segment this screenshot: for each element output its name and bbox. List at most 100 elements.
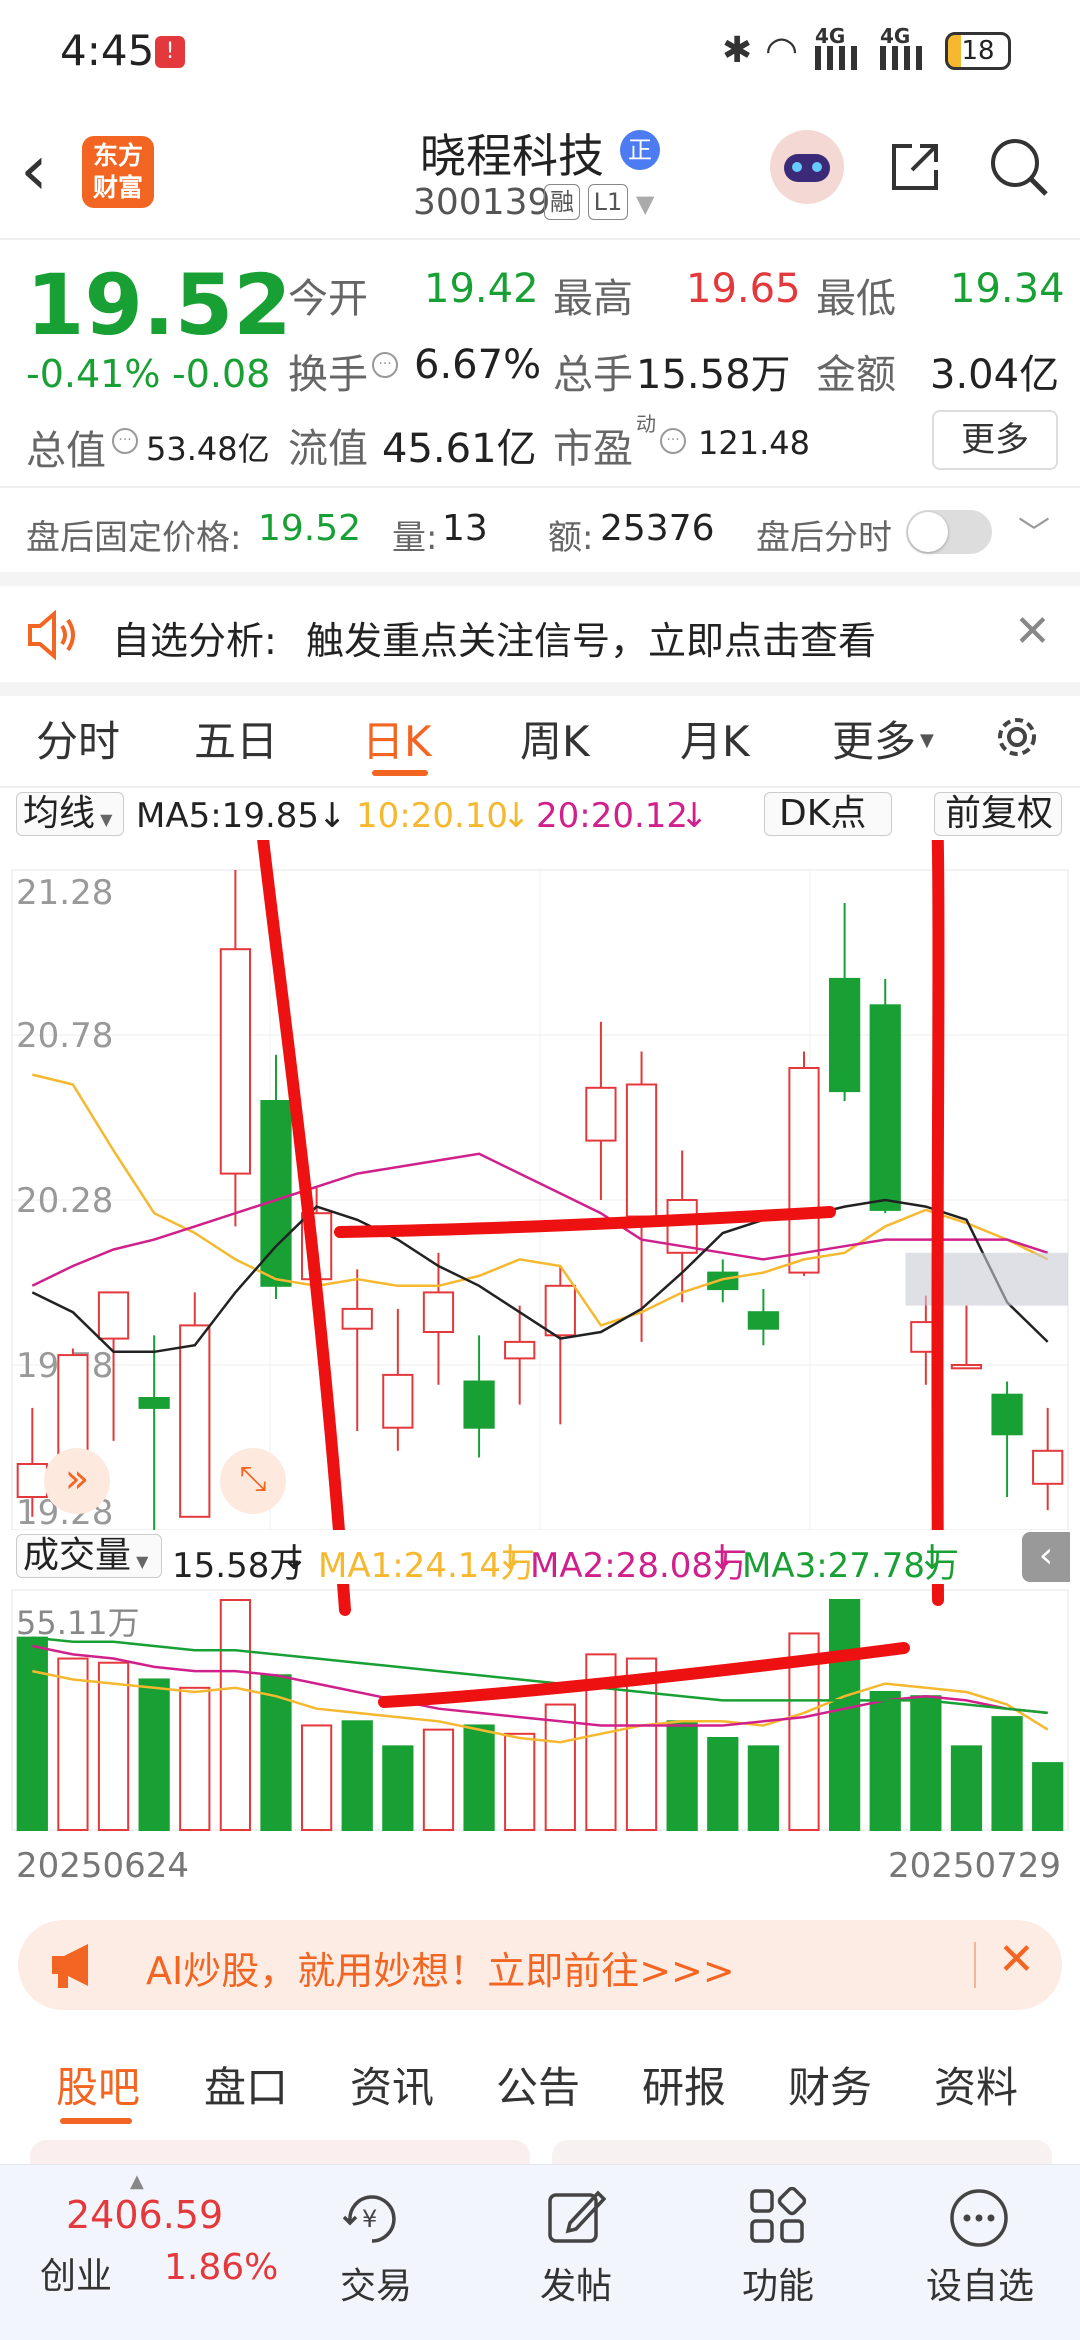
last-price: 19.52 [26,256,292,354]
tab-orderbook[interactable]: 盘口 [204,2054,288,2115]
volume-bar [341,1720,373,1831]
gear-icon[interactable] [990,710,1044,764]
after-hours-row: 盘后固定价格: 19.52 量: 13 额: 25376 盘后分时 ﹀ [0,488,1080,570]
stock-name: 晓程科技 [420,129,604,183]
ma-selector[interactable]: 均线 ▼ [16,792,124,836]
low-value: 19.34 [950,266,1065,312]
candle [463,1380,495,1429]
candle [625,1083,658,1218]
collapse-panel-icon[interactable]: ‹ [1022,1532,1070,1582]
status-bar: 4:45 ! ✱ ◠ 4G 4G 18 [0,0,1080,110]
fullscreen-icon[interactable]: ⤡ [220,1448,286,1514]
close-icon[interactable]: ✕ [1014,606,1051,657]
function-grid-icon[interactable] [748,2186,807,2245]
tab-five-day[interactable]: 五日 [194,708,278,769]
verified-badge: 正 [620,130,660,170]
expand-icon[interactable]: ﹀ [1018,508,1050,554]
tab-forum[interactable]: 股吧 [56,2054,140,2115]
ma20-label: 20:20.12 [536,796,689,836]
volume-bar [382,1745,414,1832]
volume-bar [666,1720,698,1831]
volume-panel-frame [11,1589,1069,1831]
search-icon[interactable] [988,136,1050,198]
volume-selector[interactable]: 成交量 ▼ [16,1534,162,1578]
ah-price: 19.52 [258,508,362,549]
dk-point-button[interactable]: DK点 [764,792,892,836]
index-change: 1.86% [164,2247,279,2288]
speaker-icon [26,609,80,661]
svg-text:¥: ¥ [362,2205,377,2233]
volume-bar: 成交量 ▼ 15.58万 ↓ MA1:24.14万 ↓ MA2:28.08万 ↓… [0,1530,1080,1586]
kline-chart[interactable]: 21.2820.7820.2819.7819.28 [0,840,1080,1860]
volume-bar [16,1636,48,1831]
chevron-down-icon[interactable]: ▼ [636,190,654,218]
volume-bar [991,1716,1023,1831]
post-icon[interactable] [546,2187,607,2247]
card-peek [30,2140,530,2164]
date-end: 20250729 [888,1846,1062,1886]
vol-ma2-arrow: ↓ [708,1538,737,1578]
bluetooth-icon: ✱ [722,30,753,71]
highlight-zone [905,1252,1068,1306]
divider [0,572,1080,586]
dock-watchlist-label: 设自选 [925,2266,1034,2307]
tab-monthly-k[interactable]: 月K [680,708,750,769]
notice-bar[interactable]: 自选分析: 触发重点关注信号，立即点击查看 ✕ [0,586,1080,682]
candle [97,1291,130,1340]
ma-selector-label: 均线 [23,793,96,834]
volume-bar [300,1724,333,1831]
quote-panel: 19.52 -0.41% -0.08 今开 19.42 最高 19.65 最低 … [0,240,1080,480]
ma10-label: 10:20.10 [356,796,509,836]
info-icon[interactable]: ··· [372,352,398,378]
tab-research[interactable]: 研报 [642,2054,726,2115]
tab-weekly-k[interactable]: 周K [520,708,590,769]
info-icon[interactable]: ··· [112,428,138,454]
ai-banner-text: AI炒股，就用妙想！立即前往>>> [146,1949,735,1993]
tab-announcements[interactable]: 公告 [496,2054,580,2115]
low-label: 最低 [816,276,896,322]
info-icon[interactable]: ··· [660,428,686,454]
amount-value: 3.04亿 [930,352,1060,398]
expand-left-icon[interactable]: » [44,1448,110,1514]
tab-more[interactable]: 更多 [832,708,916,769]
candle [707,1271,739,1291]
pe-superscript: 动 [636,412,656,436]
open-label: 今开 [288,276,368,322]
volume-bar [463,1724,495,1831]
close-icon[interactable]: ✕ [998,1934,1035,1985]
bottom-dock: ▲ 2406.59 创业 1.86% ¥ 交易 发帖 功能 设自选 [0,2164,1080,2340]
change-amount: -0.08 [172,352,271,396]
ah-amt-label: 额: [548,518,594,558]
ai-avatar-icon[interactable] [770,130,844,204]
level-badge: L1 [588,184,628,220]
logo-line-1: 东方 [92,141,143,170]
mktcap-label: 总值 [26,428,106,474]
megaphone-icon [48,1940,108,1990]
ma-bar: 均线 ▼ MA5:19.85 ↓ 10:20.10 ↓ 20:20.12 ↓ D… [0,788,1080,840]
candle [179,1324,211,1518]
index-value[interactable]: 2406.59 [66,2193,223,2237]
ma5-arrow: ↓ [318,796,347,836]
tab-profile[interactable]: 资料 [934,2054,1018,2115]
tab-news[interactable]: 资讯 [350,2054,434,2115]
caret-down-icon: ▼ [920,730,934,751]
tab-daily-k[interactable]: 日K [362,708,432,769]
adjust-button[interactable]: 前复权 [934,792,1062,836]
active-tab-indicator [372,770,428,776]
share-icon[interactable] [886,138,944,196]
ai-banner[interactable]: AI炒股，就用妙想！立即前往>>> ✕ [18,1920,1062,2010]
volume-bar [869,1691,901,1831]
trade-icon[interactable]: ¥ [340,2187,404,2249]
candle [869,1004,901,1211]
ah-vol-label: 量: [392,518,438,558]
dock-function-label: 功能 [741,2266,814,2307]
notice-text: 触发重点关注信号，立即点击查看 [306,619,877,663]
more-circle-icon[interactable] [948,2187,1010,2249]
eastmoney-logo[interactable]: 东方 财富 [82,136,154,208]
back-icon[interactable]: ‹ [20,135,48,205]
more-button[interactable]: 更多 [932,410,1058,470]
tab-intraday[interactable]: 分时 [36,708,120,769]
tab-finance[interactable]: 财务 [788,2054,872,2115]
candle [138,1397,170,1409]
after-hours-toggle[interactable] [906,510,992,554]
